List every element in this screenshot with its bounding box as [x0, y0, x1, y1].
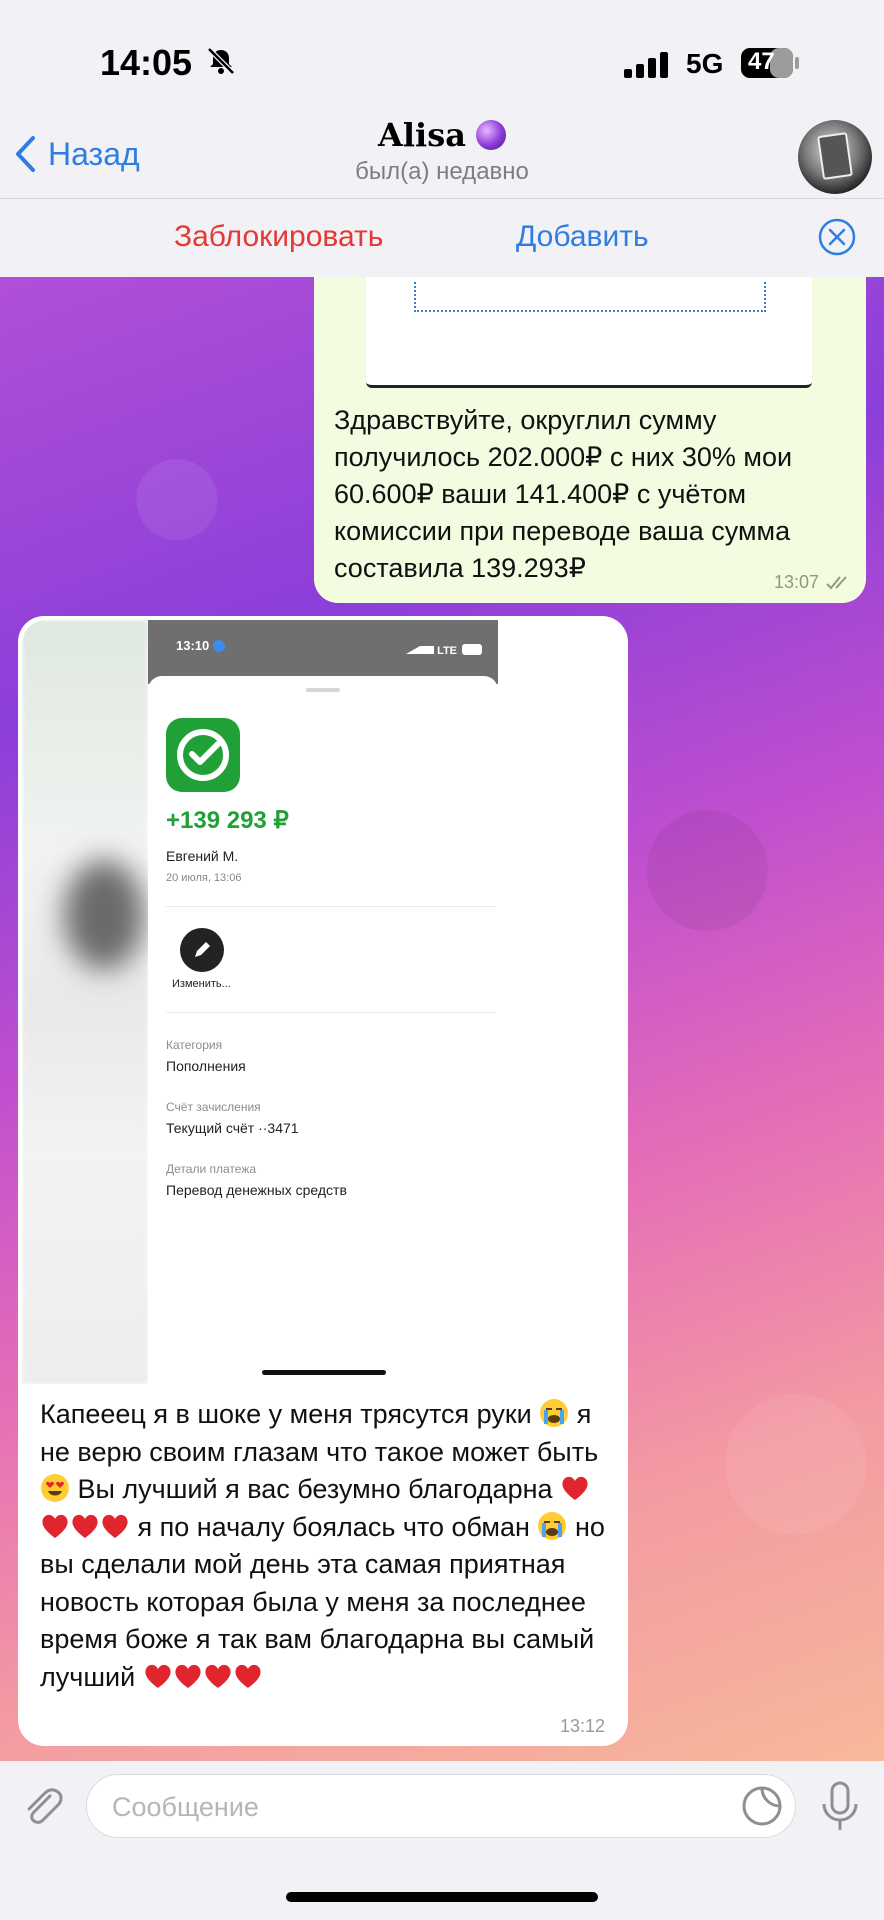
sheet-grabber	[306, 688, 340, 692]
crystal-ball-icon	[475, 120, 506, 150]
message-text: Здравствуйте, округлил сумму получилось …	[334, 405, 793, 583]
heart-icon	[100, 1511, 130, 1541]
edit-label: Изменить...	[172, 978, 231, 990]
heart-icon	[40, 1511, 70, 1541]
heart-icon	[203, 1661, 233, 1691]
field-value: Текущий счёт ··3471	[166, 1120, 299, 1136]
signal-icon	[406, 638, 434, 654]
field-label: Детали платежа	[166, 1162, 256, 1176]
field-label: Категория	[166, 1038, 223, 1052]
contact-status: был(а) недавно	[355, 158, 529, 185]
network-type: 5G	[686, 48, 724, 79]
blurred-background	[22, 620, 148, 1384]
heart-icon	[233, 1661, 263, 1691]
field-label: Счёт зачисления	[166, 1100, 261, 1114]
screenshot-status-time: 13:10	[176, 638, 225, 653]
status-time: 14:05	[100, 42, 193, 83]
battery-icon: 47	[740, 46, 800, 80]
microphone-icon[interactable]	[818, 1780, 862, 1832]
add-contact-button[interactable]: Добавить	[516, 220, 649, 254]
payment-date: 20 июля, 13:06	[166, 872, 242, 884]
paperclip-icon[interactable]	[18, 1782, 68, 1832]
payment-screenshot[interactable]: 13:10 LTE +139 293 ₽ Евгений М. 20 июля,…	[22, 620, 624, 1384]
heart-eyes-emoji-icon	[40, 1473, 70, 1503]
contact-name: Alisa	[378, 116, 466, 154]
battery-level: 47	[748, 48, 775, 75]
sticker-icon[interactable]	[740, 1784, 784, 1828]
bank-logo-icon	[166, 718, 240, 792]
read-checkmarks-icon	[826, 575, 852, 596]
screenshot-network: LTE	[406, 638, 483, 657]
payment-amount: +139 293 ₽	[166, 807, 289, 834]
pencil-icon	[180, 928, 224, 972]
message-time: 13:12	[560, 1716, 606, 1736]
heart-icon	[560, 1473, 590, 1503]
home-indicator	[286, 1892, 598, 1902]
signal-icon	[624, 52, 670, 83]
screenshot-home-indicator	[262, 1370, 386, 1375]
image-dotted-border	[414, 282, 766, 312]
battery-icon	[462, 644, 483, 655]
field-value: Пополнения	[166, 1058, 246, 1074]
heart-icon	[70, 1511, 100, 1541]
action-bar	[0, 198, 884, 278]
bell-muted-icon	[206, 46, 236, 81]
message-input[interactable]	[110, 1778, 714, 1836]
heart-icon	[173, 1661, 203, 1691]
heart-icon	[143, 1661, 173, 1691]
divider	[166, 906, 496, 907]
chat-title[interactable]: Alisa	[0, 116, 884, 154]
divider	[166, 1012, 496, 1013]
block-button[interactable]: Заблокировать	[174, 220, 383, 254]
field-value: Перевод денежных средств	[166, 1182, 347, 1198]
crying-face-emoji-icon	[539, 1398, 569, 1428]
location-arrow-icon	[212, 640, 225, 652]
sender-name: Евгений М.	[166, 848, 239, 864]
crying-face-emoji-icon	[537, 1511, 567, 1541]
message-time: 13:07	[774, 572, 820, 592]
message-text: Капееец я в шоке у меня трясутся руки я …	[40, 1398, 605, 1692]
avatar[interactable]	[798, 120, 872, 194]
blurred-shape	[64, 860, 144, 970]
close-icon[interactable]	[818, 218, 856, 256]
